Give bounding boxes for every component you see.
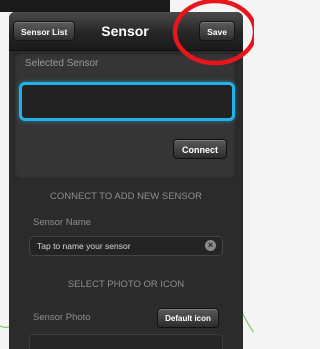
sensor-name-input[interactable]: Tap to name your sensor × [29, 236, 223, 256]
select-photo-heading: SELECT PHOTO OR ICON [67, 279, 185, 290]
sensor-list-button[interactable]: Sensor List [13, 21, 76, 41]
sensor-photo-box[interactable] [29, 334, 223, 349]
save-button[interactable]: Save [199, 21, 235, 41]
default-icon-button[interactable]: Default icon [157, 308, 219, 328]
top-dark-strip [0, 0, 170, 12]
selected-sensor-label: Selected Sensor [25, 58, 99, 69]
sensor-name-placeholder: Tap to name your sensor [37, 241, 131, 251]
green-annotation-line-left [0, 325, 10, 328]
selected-sensor-field[interactable] [19, 82, 235, 121]
top-light-strip [170, 0, 254, 12]
page-title: Sensor [101, 23, 149, 39]
sensor-screen: Sensor List Sensor Save Selected Sensor … [9, 12, 243, 349]
green-annotation-line [242, 313, 254, 333]
connect-new-sensor-heading: CONNECT TO ADD NEW SENSOR [49, 191, 203, 202]
sensor-photo-label: Sensor Photo [33, 312, 91, 323]
selected-sensor-panel: Selected Sensor Connect [13, 52, 237, 180]
sensor-name-label: Sensor Name [33, 217, 92, 228]
navigation-bar: Sensor List Sensor Save [9, 12, 243, 51]
clear-circle-icon[interactable]: × [205, 240, 216, 251]
connect-button[interactable]: Connect [173, 139, 227, 159]
